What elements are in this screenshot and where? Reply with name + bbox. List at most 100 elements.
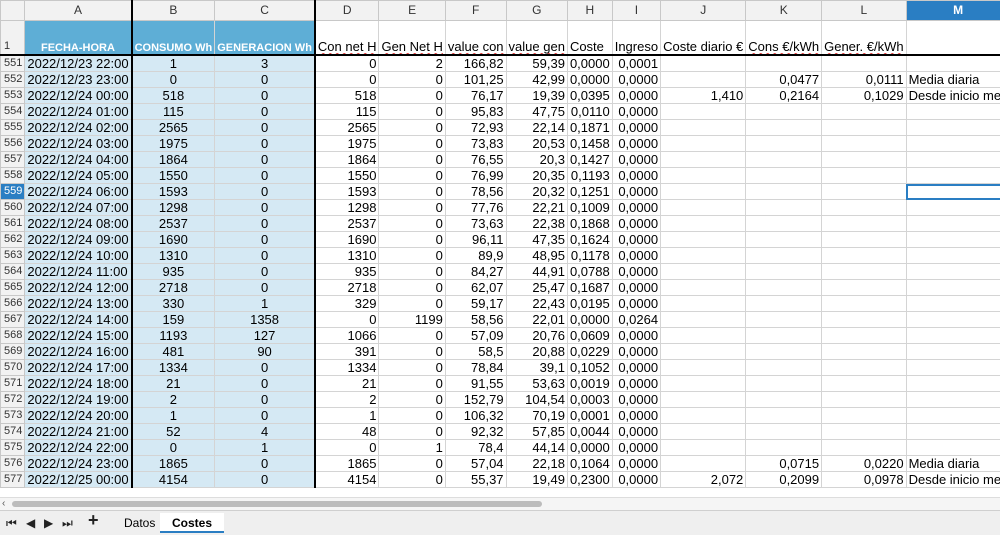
cell-j[interactable] — [661, 184, 746, 200]
cell-d[interactable]: 1865 — [315, 456, 379, 472]
column-header-j[interactable]: J — [661, 1, 746, 21]
column-header-f[interactable]: F — [445, 1, 506, 21]
cell-l[interactable] — [822, 296, 906, 312]
cell-a[interactable]: 2022/12/24 23:00 — [25, 456, 132, 472]
cell-c[interactable]: 127 — [215, 328, 315, 344]
cell-e[interactable]: 0 — [379, 424, 445, 440]
cell-l[interactable] — [822, 55, 906, 72]
cell-i[interactable]: 0,0000 — [612, 408, 660, 424]
row-number[interactable]: 558 — [1, 168, 25, 184]
cell-m[interactable] — [906, 408, 1000, 424]
cell-h[interactable]: 0,1064 — [567, 456, 612, 472]
cell-m[interactable] — [906, 392, 1000, 408]
cell-j[interactable] — [661, 424, 746, 440]
scroll-left-icon[interactable]: ‹ — [2, 498, 5, 510]
cell-k[interactable]: 0,0477 — [746, 72, 822, 88]
cell-c[interactable]: 3 — [215, 55, 315, 72]
row-number[interactable]: 551 — [1, 55, 25, 72]
cell-e[interactable]: 0 — [379, 232, 445, 248]
cell-j[interactable] — [661, 344, 746, 360]
cell-l[interactable] — [822, 152, 906, 168]
cell-h[interactable]: 0,0000 — [567, 440, 612, 456]
cell-e[interactable]: 0 — [379, 104, 445, 120]
cell-l[interactable]: 0,0111 — [822, 72, 906, 88]
row-number[interactable]: 563 — [1, 248, 25, 264]
cell-f[interactable]: 78,56 — [445, 184, 506, 200]
cell-g[interactable]: 19,39 — [506, 88, 567, 104]
row-number[interactable]: 556 — [1, 136, 25, 152]
cell-e[interactable]: 0 — [379, 216, 445, 232]
cell-b[interactable]: 1690 — [132, 232, 215, 248]
cell-m[interactable] — [906, 200, 1000, 216]
cell-f[interactable]: 58,56 — [445, 312, 506, 328]
cell-m[interactable] — [906, 376, 1000, 392]
cell-c[interactable]: 0 — [215, 280, 315, 296]
cell-h[interactable]: 0,0195 — [567, 296, 612, 312]
column-header-c[interactable]: C — [215, 1, 315, 21]
cell-a[interactable]: 2022/12/24 17:00 — [25, 360, 132, 376]
cell-g[interactable]: 42,99 — [506, 72, 567, 88]
cell-k[interactable] — [746, 152, 822, 168]
cell-d[interactable]: 115 — [315, 104, 379, 120]
cell-k[interactable] — [746, 55, 822, 72]
cell-a[interactable]: 2022/12/24 11:00 — [25, 264, 132, 280]
cell-c[interactable]: 0 — [215, 216, 315, 232]
cell-j[interactable] — [661, 312, 746, 328]
cell-h[interactable]: 0,1193 — [567, 168, 612, 184]
cell-l[interactable]: 0,0220 — [822, 456, 906, 472]
cell-c[interactable]: 0 — [215, 72, 315, 88]
cell-i[interactable]: 0,0000 — [612, 328, 660, 344]
cell-j[interactable] — [661, 55, 746, 72]
cell-c[interactable]: 0 — [215, 264, 315, 280]
cell-g[interactable]: 47,75 — [506, 104, 567, 120]
cell-b[interactable]: 518 — [132, 88, 215, 104]
cell-e[interactable]: 0 — [379, 392, 445, 408]
cell-i[interactable]: 0,0000 — [612, 440, 660, 456]
cell-e[interactable]: 0 — [379, 168, 445, 184]
cell-g[interactable]: 48,95 — [506, 248, 567, 264]
row-number[interactable]: 576 — [1, 456, 25, 472]
cell-l[interactable]: 0,1029 — [822, 88, 906, 104]
cell-c[interactable]: 0 — [215, 408, 315, 424]
cell-g[interactable]: 22,38 — [506, 216, 567, 232]
cell-f[interactable]: 76,99 — [445, 168, 506, 184]
cell-i[interactable]: 0,0000 — [612, 216, 660, 232]
cell-m[interactable] — [906, 280, 1000, 296]
cell-j[interactable] — [661, 328, 746, 344]
cell-j[interactable]: 1,410 — [661, 88, 746, 104]
cell-j[interactable] — [661, 280, 746, 296]
cell-j[interactable] — [661, 264, 746, 280]
cell-l[interactable] — [822, 344, 906, 360]
cell-h[interactable]: 0,0000 — [567, 55, 612, 72]
cell-l[interactable] — [822, 136, 906, 152]
cell-b[interactable]: 1334 — [132, 360, 215, 376]
cell-f[interactable]: 96,11 — [445, 232, 506, 248]
cell-a[interactable]: 2022/12/24 13:00 — [25, 296, 132, 312]
cell-k[interactable]: 0,2099 — [746, 472, 822, 488]
cell-j[interactable]: 2,072 — [661, 472, 746, 488]
cell-h[interactable]: 0,1687 — [567, 280, 612, 296]
cell-a[interactable]: 2022/12/24 08:00 — [25, 216, 132, 232]
cell-h[interactable]: 0,0110 — [567, 104, 612, 120]
cell-k[interactable] — [746, 248, 822, 264]
cell-d[interactable]: 1864 — [315, 152, 379, 168]
cell-a[interactable]: 2022/12/24 07:00 — [25, 200, 132, 216]
cell-b[interactable]: 52 — [132, 424, 215, 440]
cell-h[interactable]: 0,2300 — [567, 472, 612, 488]
cell-g[interactable]: 25,47 — [506, 280, 567, 296]
cell-h[interactable]: 0,1009 — [567, 200, 612, 216]
cell-l[interactable] — [822, 200, 906, 216]
cell-f[interactable]: 57,09 — [445, 328, 506, 344]
row-number[interactable]: 554 — [1, 104, 25, 120]
cell-l[interactable] — [822, 104, 906, 120]
horizontal-scrollbar[interactable]: ‹ — [0, 497, 1000, 510]
row-number[interactable]: 570 — [1, 360, 25, 376]
cell-j[interactable] — [661, 376, 746, 392]
cell-e[interactable]: 0 — [379, 88, 445, 104]
cell-i[interactable]: 0,0000 — [612, 136, 660, 152]
cell-k[interactable] — [746, 408, 822, 424]
corner-cell[interactable] — [1, 1, 25, 21]
cell-b[interactable]: 21 — [132, 376, 215, 392]
cell-e[interactable]: 0 — [379, 72, 445, 88]
row-number[interactable]: 574 — [1, 424, 25, 440]
